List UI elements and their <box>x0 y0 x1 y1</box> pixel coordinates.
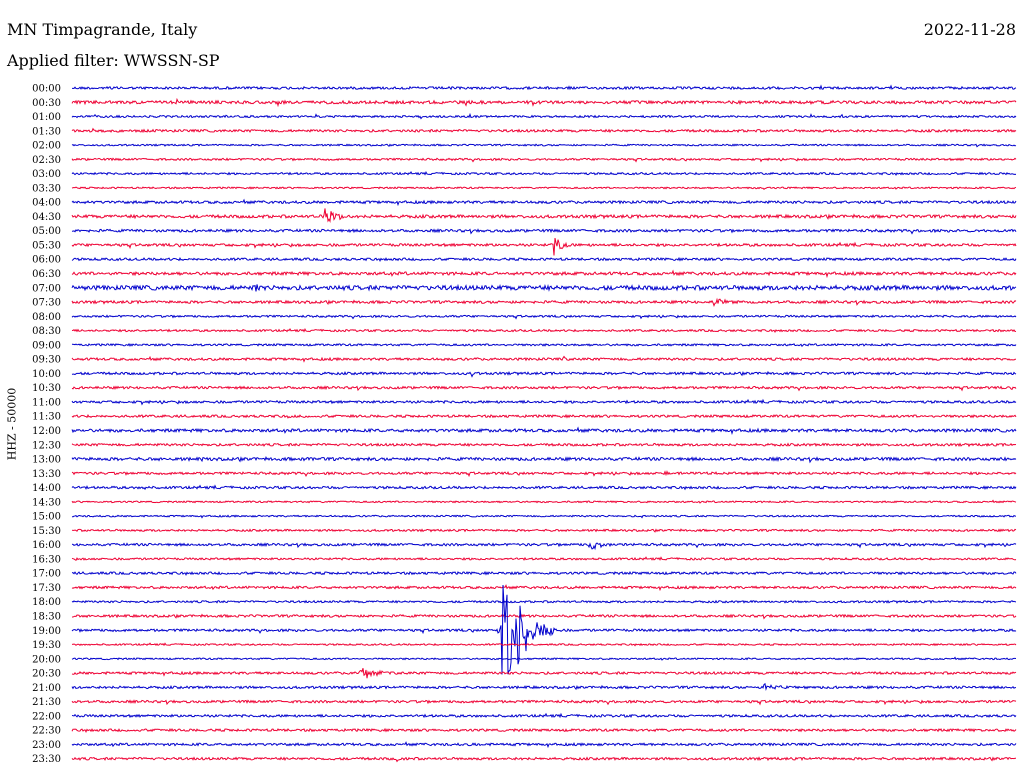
trace-line <box>71 699 1017 706</box>
trace-line <box>71 668 1017 679</box>
trace-line <box>71 370 1017 378</box>
trace-line <box>71 656 1017 661</box>
trace-line <box>71 228 1017 235</box>
trace-line <box>71 712 1017 719</box>
trace-line <box>71 599 1017 604</box>
trace-line <box>71 283 1017 292</box>
trace-line <box>71 127 1017 134</box>
row-label: 14:30 <box>32 497 61 508</box>
row-label: 00:30 <box>32 98 61 109</box>
trace-line <box>71 499 1017 504</box>
row-label: 02:00 <box>32 141 61 152</box>
row-labels: 00:00 00:30 01:00 01:30 02:00 02:30 03:00 03:30… <box>32 84 61 766</box>
row-label: 14:00 <box>32 483 61 494</box>
row-label: 09:30 <box>32 355 61 366</box>
row-label: 17:30 <box>32 583 61 594</box>
trace-line <box>71 314 1017 320</box>
trace-line <box>71 542 1017 551</box>
row-label: 15:30 <box>32 526 61 537</box>
row-label: 10:30 <box>32 383 61 394</box>
row-label: 11:30 <box>32 412 61 423</box>
row-label: 11:00 <box>32 397 61 408</box>
trace-line <box>71 514 1017 519</box>
row-label: 07:00 <box>32 283 61 294</box>
row-label: 21:30 <box>32 697 61 708</box>
trace-line <box>71 143 1017 148</box>
row-label: 00:00 <box>32 84 61 95</box>
traces <box>71 84 1017 763</box>
trace-line <box>71 426 1017 436</box>
trace-line <box>71 112 1017 120</box>
trace-line <box>71 584 1017 675</box>
row-label: 06:00 <box>32 255 61 266</box>
trace-line <box>71 208 1017 224</box>
trace-line <box>71 613 1017 620</box>
trace-line <box>71 455 1017 464</box>
row-label: 04:30 <box>32 212 61 223</box>
row-label: 23:30 <box>32 754 61 765</box>
row-label: 19:30 <box>32 640 61 651</box>
row-label: 07:30 <box>32 298 61 309</box>
helicorder-plot: 00:00 00:30 01:00 01:30 02:00 02:30 03:00 03:30… <box>32 84 1017 766</box>
trace-line <box>71 198 1017 207</box>
trace-line <box>71 642 1017 647</box>
trace-line <box>71 528 1017 533</box>
row-label: 12:00 <box>32 426 61 437</box>
row-label: 10:00 <box>32 369 61 380</box>
trace-line <box>71 157 1017 163</box>
row-label: 08:30 <box>32 326 61 337</box>
trace-line <box>71 355 1017 363</box>
trace-line <box>71 327 1017 333</box>
trace-line <box>71 342 1017 348</box>
row-label: 22:00 <box>32 711 61 722</box>
row-label: 05:30 <box>32 240 61 251</box>
trace-line <box>71 385 1017 392</box>
row-label: 21:00 <box>32 683 61 694</box>
row-label: 20:00 <box>32 654 61 665</box>
trace-line <box>71 470 1017 478</box>
trace-line <box>71 170 1017 176</box>
trace-line <box>71 741 1017 749</box>
trace-line <box>71 256 1017 263</box>
row-label: 03:30 <box>32 183 61 194</box>
row-label: 19:00 <box>32 626 61 637</box>
trace-line <box>71 682 1017 692</box>
row-label: 17:00 <box>32 569 61 580</box>
trace-line <box>71 727 1017 733</box>
trace-line <box>71 97 1017 108</box>
row-label: 13:30 <box>32 469 61 480</box>
row-label: 05:00 <box>32 226 61 237</box>
row-label: 16:30 <box>32 554 61 565</box>
trace-line <box>71 269 1017 279</box>
row-label: 20:30 <box>32 669 61 680</box>
trace-line <box>71 442 1017 448</box>
row-label: 15:00 <box>32 512 61 523</box>
trace-line <box>71 484 1017 491</box>
row-label: 13:00 <box>32 455 61 466</box>
trace-line <box>71 186 1017 190</box>
row-label: 09:00 <box>32 340 61 351</box>
trace-line <box>71 584 1017 592</box>
row-label: 02:30 <box>32 155 61 166</box>
row-label: 18:00 <box>32 597 61 608</box>
trace-line <box>71 413 1017 419</box>
trace-line <box>71 398 1017 406</box>
trace-line <box>71 570 1017 576</box>
row-label: 06:30 <box>32 269 61 280</box>
trace-line <box>71 756 1017 763</box>
trace-line <box>71 237 1017 256</box>
row-label: 12:30 <box>32 440 61 451</box>
row-label: 01:00 <box>32 112 61 123</box>
trace-line <box>71 297 1017 308</box>
row-label: 03:00 <box>32 169 61 180</box>
row-label: 22:30 <box>32 726 61 737</box>
row-label: 23:00 <box>32 740 61 751</box>
trace-line <box>71 556 1017 562</box>
row-label: 08:00 <box>32 312 61 323</box>
row-label: 16:00 <box>32 540 61 551</box>
row-label: 18:30 <box>32 611 61 622</box>
row-label: 01:30 <box>32 126 61 137</box>
row-label: 04:00 <box>32 198 61 209</box>
trace-line <box>71 84 1017 91</box>
